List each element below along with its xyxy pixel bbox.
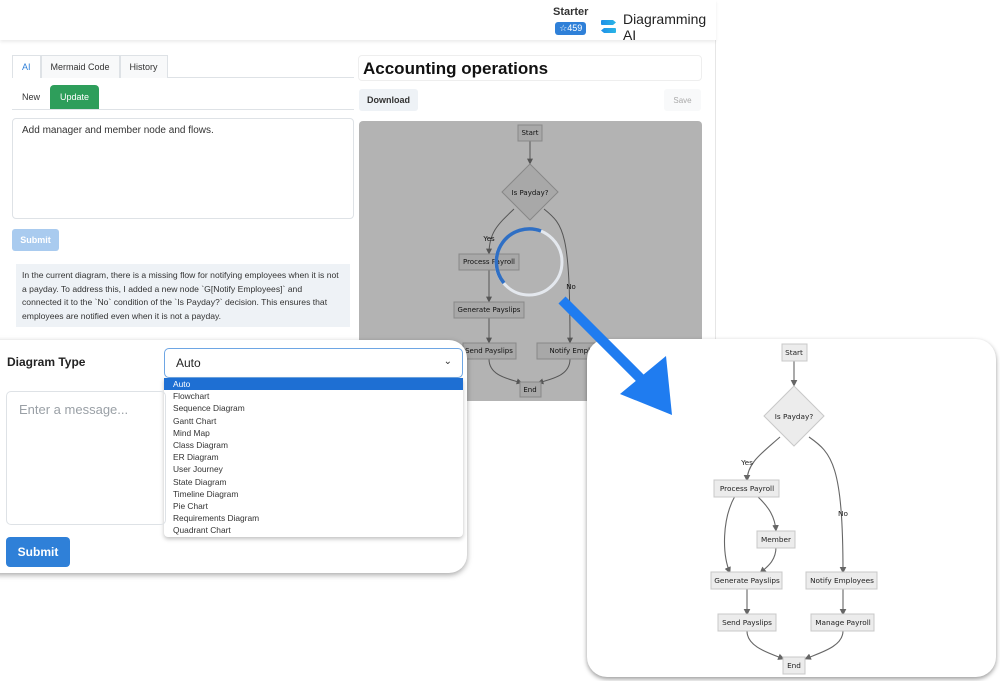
diagram-type-label: Diagram Type [7, 355, 86, 369]
diagram-type-selected: Auto [176, 356, 201, 370]
updated-diagram-panel: Start Is Payday? Process Payroll Member … [587, 339, 996, 677]
option-mind-map[interactable]: Mind Map [164, 427, 463, 439]
node-decision-label: Is Payday? [775, 412, 814, 421]
save-button[interactable]: Save [664, 89, 701, 111]
option-auto[interactable]: Auto [164, 378, 463, 391]
option-class-diagram[interactable]: Class Diagram [164, 439, 463, 451]
option-timeline-diagram[interactable]: Timeline Diagram [164, 488, 463, 500]
node-decision-label: Is Payday? [512, 189, 549, 197]
subtab-new[interactable]: New [12, 85, 50, 109]
option-quadrant-chart[interactable]: Quadrant Chart [164, 524, 463, 536]
option-user-journey[interactable]: User Journey [164, 463, 463, 475]
edge-manage-end [804, 630, 844, 660]
option-requirements-diagram[interactable]: Requirements Diagram [164, 512, 463, 524]
node-process-label: Process Payroll [720, 484, 774, 493]
edge-decision-notify [543, 208, 573, 344]
subtab-update[interactable]: Update [50, 85, 100, 109]
star-count-badge[interactable]: ☆459 [555, 22, 587, 35]
chevron-down-icon: ⌄ [443, 356, 452, 367]
tab-mermaid-code[interactable]: Mermaid Code [40, 55, 120, 78]
tab-ai[interactable]: AI [12, 55, 41, 78]
prompt-textarea[interactable]: Add manager and member node and flows. [12, 118, 354, 219]
node-start-label: Start [785, 348, 803, 357]
updated-flowchart: Start Is Payday? Process Payroll Member … [710, 343, 878, 675]
node-notify-label: Notify Employees [810, 576, 874, 585]
node-end-label: End [523, 386, 536, 394]
diagram-type-panel: Diagram Type Auto ⌄ Auto Flowchart Seque… [0, 340, 467, 573]
edge-label-no: No [838, 509, 848, 518]
brand[interactable]: Diagramming AI [601, 11, 716, 43]
node-manage-label: Manage Payroll [815, 618, 871, 627]
download-button[interactable]: Download [359, 89, 418, 111]
edge-notify-end [537, 358, 571, 385]
option-state-diagram[interactable]: State Diagram [164, 476, 463, 488]
node-generate-label: Generate Payslips [714, 576, 780, 585]
plan-name: Starter [553, 6, 589, 18]
node-start-label: Start [521, 129, 538, 137]
diagram-type-options: Auto Flowchart Sequence Diagram Gantt Ch… [164, 378, 463, 537]
top-bar: Starter ☆459 Diagramming AI [0, 0, 716, 43]
diagram-type-select[interactable]: Auto ⌄ [164, 348, 463, 378]
ai-response-text: In the current diagram, there is a missi… [16, 264, 350, 327]
brand-name: Diagramming AI [622, 11, 707, 43]
message-textarea[interactable]: Enter a message... [6, 391, 166, 525]
logo-icon [601, 19, 616, 35]
edge-label-no: No [566, 283, 576, 291]
plan-indicator: Starter ☆459 [553, 6, 588, 36]
node-end-label: End [787, 661, 801, 670]
edge-process-generate [724, 495, 736, 574]
node-generate-label: Generate Payslips [458, 306, 521, 314]
node-member-label: Member [761, 535, 791, 544]
diagram-title-input[interactable]: Accounting operations [358, 55, 702, 81]
update-submit-button[interactable]: Submit [12, 229, 59, 251]
edge-member-generate [759, 546, 777, 574]
tab-history[interactable]: History [119, 55, 168, 78]
option-pie-chart[interactable]: Pie Chart [164, 500, 463, 512]
submit-button[interactable]: Submit [6, 537, 70, 567]
option-gantt-chart[interactable]: Gantt Chart [164, 415, 463, 427]
edge-process-member [756, 495, 779, 532]
node-process-label: Process Payroll [463, 258, 515, 266]
mode-tabs: AI Mermaid Code History [12, 55, 354, 78]
node-send-label: Send Payslips [722, 618, 772, 627]
edge-decision-notify [808, 436, 847, 574]
action-subtabs: New Update [12, 85, 354, 110]
edge-label-yes: Yes [740, 458, 753, 467]
edge-send-end [746, 630, 785, 660]
node-send-label: Send Payslips [465, 347, 513, 355]
edge-send-end [488, 358, 523, 385]
option-er-diagram[interactable]: ER Diagram [164, 451, 463, 463]
option-flowchart[interactable]: Flowchart [164, 390, 463, 402]
edge-label-yes: Yes [482, 235, 495, 243]
option-sequence-diagram[interactable]: Sequence Diagram [164, 402, 463, 414]
